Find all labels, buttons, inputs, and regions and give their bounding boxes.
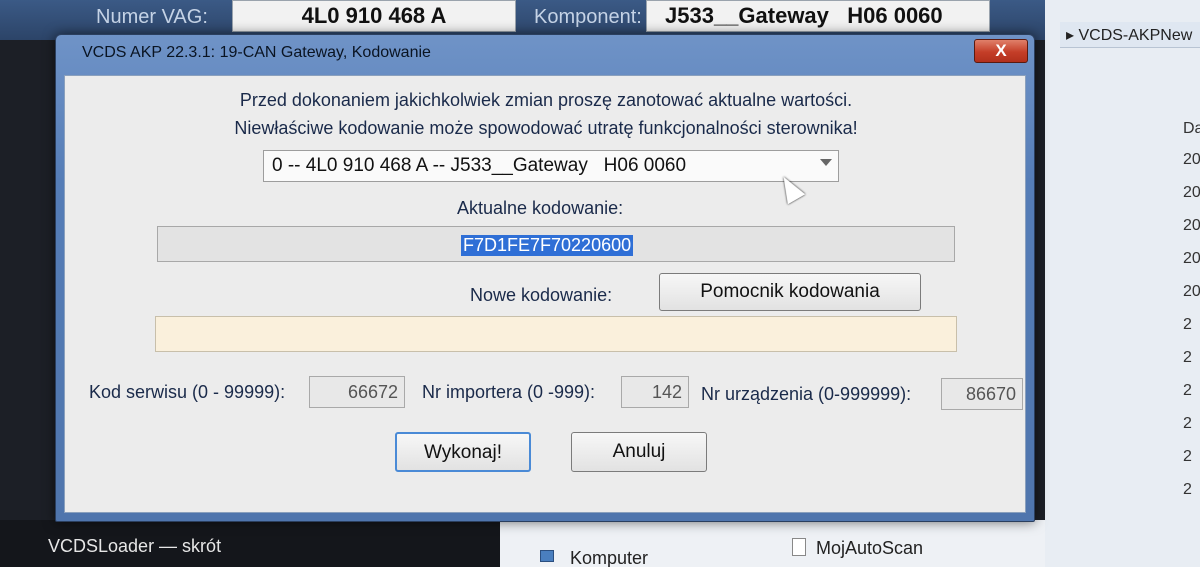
date-cell: 20 [1183, 151, 1200, 168]
computer-item[interactable]: Komputer [570, 548, 648, 567]
shortcut-label[interactable]: VCDSLoader — skrót [48, 536, 221, 557]
current-coding-label: Aktualne kodowanie: [457, 198, 624, 218]
date-cell: 2 [1183, 316, 1192, 333]
cancel-button[interactable]: Anuluj [571, 432, 707, 472]
chevron-down-icon[interactable] [820, 159, 832, 166]
service-code-field[interactable]: 66672 [309, 376, 405, 408]
computer-icon [540, 550, 554, 562]
dialog-client-area: Przed dokonaniem jakichkolwiek zmian pro… [64, 75, 1026, 513]
file-icon [792, 538, 806, 556]
current-coding-field[interactable]: F7D1FE7F70220600 [157, 226, 955, 262]
date-cell: 20 [1183, 250, 1200, 267]
module-select[interactable]: 0 -- 4L0 910 468 A -- J533__Gateway H06 … [263, 150, 839, 182]
date-cell: 20 [1183, 217, 1200, 234]
new-coding-input[interactable] [155, 316, 957, 352]
date-cell: 2 [1183, 481, 1192, 498]
file-item[interactable]: MojAutoScan [816, 538, 923, 559]
importer-label: Nr importera (0 -999): [422, 382, 596, 402]
date-cell: 2 [1183, 349, 1192, 366]
importer-field[interactable]: 142 [621, 376, 689, 408]
date-cell: 2 [1183, 448, 1192, 465]
explorer-panel [1045, 0, 1200, 567]
explorer-bottom: Komputer MojAutoScan [500, 520, 1045, 567]
date-cell: 20 [1183, 184, 1200, 201]
dialog-title: VCDS AKP 22.3.1: 19-CAN Gateway, Kodowan… [82, 44, 431, 61]
warning-line-1: Przed dokonaniem jakichkolwiek zmian pro… [239, 90, 853, 110]
desktop-area: VCDSLoader — skrót [0, 520, 500, 567]
vag-number-label: Numer VAG: [96, 6, 208, 28]
coding-helper-button[interactable]: Pomocnik kodowania [659, 273, 921, 311]
service-code-label: Kod serwisu (0 - 99999): [89, 382, 286, 402]
date-cell: 2 [1183, 382, 1192, 399]
device-number-field[interactable]: 86670 [941, 378, 1023, 410]
explorer-path[interactable]: ▸ VCDS-AKPNew [1060, 22, 1200, 48]
execute-button[interactable]: Wykonaj! [395, 432, 531, 472]
date-column: 20 20 20 20 20 2 2 2 2 2 2 [1183, 118, 1200, 514]
coding-dialog: VCDS AKP 22.3.1: 19-CAN Gateway, Kodowan… [55, 34, 1035, 522]
warning-line-2: Niewłaściwe kodowanie może spowodować ut… [234, 118, 858, 138]
new-coding-label: Nowe kodowanie: [470, 285, 613, 305]
date-cell: 2 [1183, 415, 1192, 432]
close-button[interactable]: X [974, 39, 1028, 63]
component-field: J533__Gateway H06 0060 [646, 0, 990, 32]
vag-number-field: 4L0 910 468 A [232, 0, 516, 32]
device-number-label: Nr urządzenia (0-999999): [701, 384, 912, 404]
date-cell: 20 [1183, 283, 1200, 300]
current-coding-value[interactable]: F7D1FE7F70220600 [461, 235, 634, 256]
component-label: Komponent: [534, 6, 642, 28]
module-select-value: 0 -- 4L0 910 468 A -- J533__Gateway H06 … [272, 155, 687, 176]
